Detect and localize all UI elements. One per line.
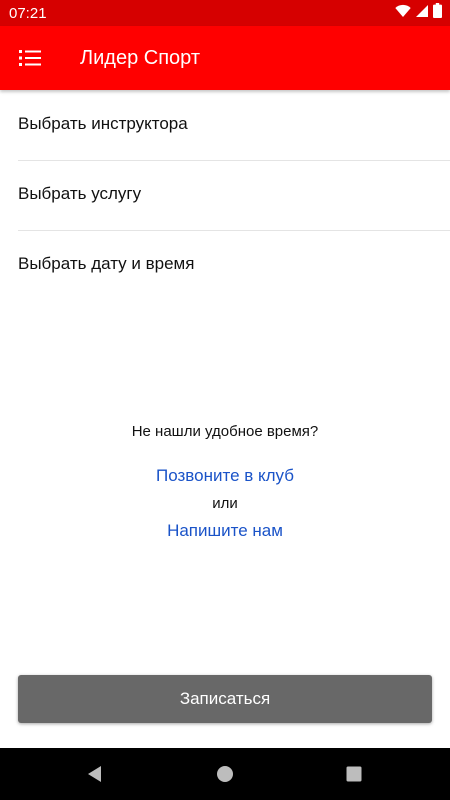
home-icon[interactable] xyxy=(213,762,237,786)
navigation-bar xyxy=(0,748,450,800)
select-service-label: Выбрать услугу xyxy=(18,184,142,203)
select-instructor-label: Выбрать инструктора xyxy=(18,114,188,133)
menu-list-icon[interactable] xyxy=(17,46,43,70)
or-text: или xyxy=(212,495,238,512)
recents-icon[interactable] xyxy=(342,762,366,786)
status-time: 07:21 xyxy=(9,5,47,22)
select-service-item[interactable]: Выбрать услугу xyxy=(0,160,450,230)
wifi-icon xyxy=(395,4,411,23)
book-button[interactable]: Записаться xyxy=(18,675,432,723)
call-club-link[interactable]: Позвоните в клуб xyxy=(0,466,450,486)
help-question: Не нашли удобное время? xyxy=(131,423,319,440)
status-icons xyxy=(395,3,442,23)
signal-icon xyxy=(415,4,429,23)
app-title: Лидер Спорт xyxy=(80,47,201,69)
select-datetime-item[interactable]: Выбрать дату и время xyxy=(0,230,450,300)
write-us-link[interactable]: Напишите нам xyxy=(0,521,450,541)
app-bar: Лидер Спорт xyxy=(0,26,450,90)
select-datetime-label: Выбрать дату и время xyxy=(18,254,195,273)
battery-icon xyxy=(433,3,442,23)
status-bar: 07:21 xyxy=(0,0,450,26)
booking-options-list: Выбрать инструктора Выбрать услугу Выбра… xyxy=(0,90,450,300)
back-icon[interactable] xyxy=(83,762,107,786)
select-instructor-item[interactable]: Выбрать инструктора xyxy=(0,90,450,160)
